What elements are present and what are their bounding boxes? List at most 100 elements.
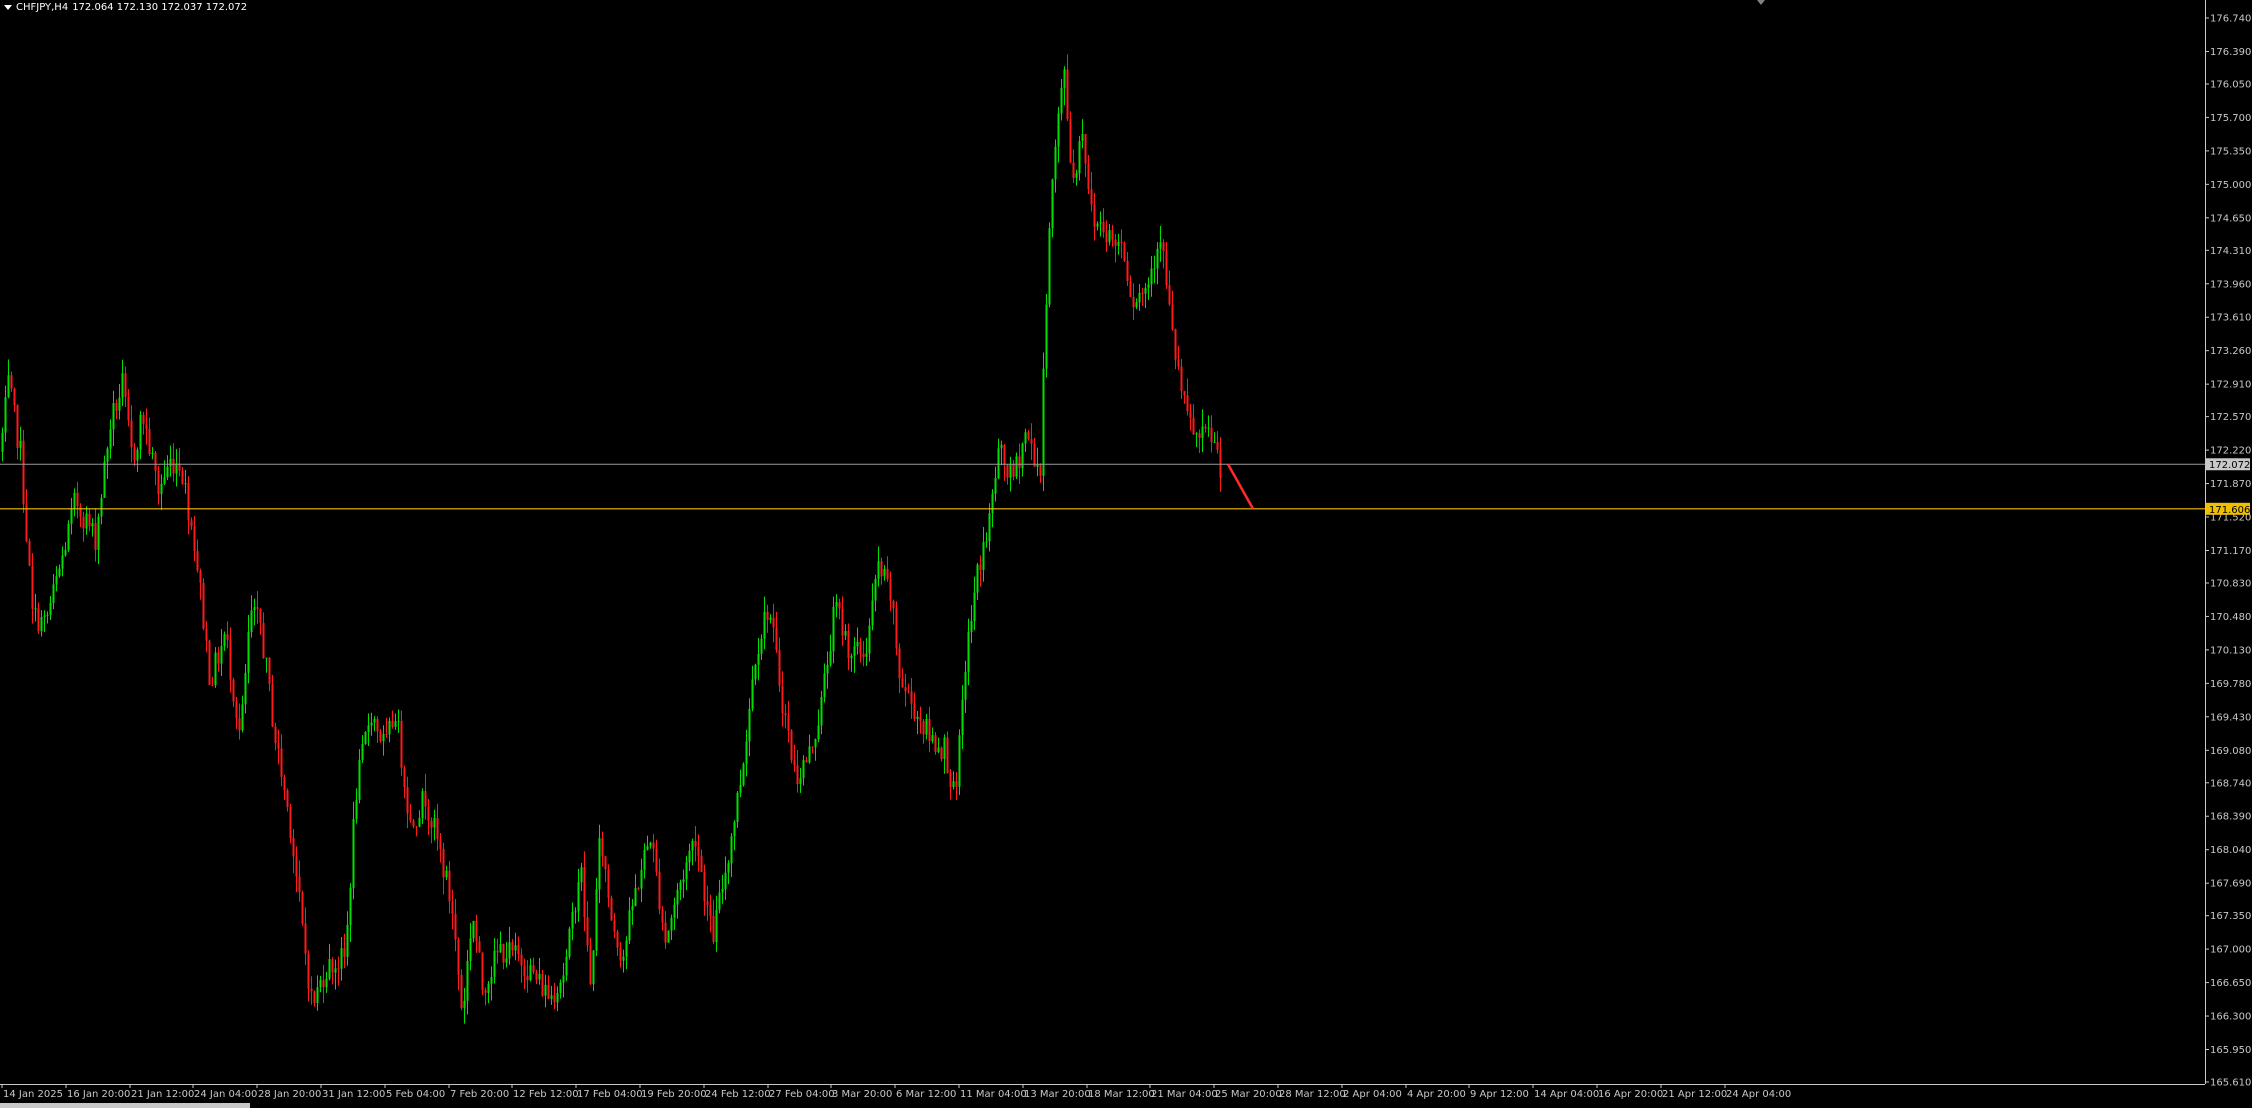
- candle-body: [649, 842, 652, 847]
- candle-body: [1033, 443, 1036, 467]
- price-tick-label: 167.000: [2210, 945, 2251, 956]
- price-axis[interactable]: 176.740 176.390 176.050 175.700 175.350 175.0…: [2205, 0, 2251, 1089]
- candle-body: [193, 526, 196, 551]
- price-chart[interactable]: 176.740 176.390 176.050 175.700 175.350 175.0…: [0, 0, 2252, 1108]
- candle-body: [469, 938, 472, 961]
- candle-body: [220, 646, 223, 664]
- candle-body: [1210, 427, 1213, 443]
- candle-body: [820, 697, 823, 726]
- candle-body: [859, 641, 862, 654]
- candle-body: [316, 987, 319, 1004]
- candle-body: [697, 846, 700, 856]
- candle-body: [253, 607, 256, 611]
- candle-body: [28, 541, 31, 566]
- candle-body: [1183, 391, 1186, 396]
- candle-body: [1129, 281, 1132, 298]
- candle-body: [466, 960, 469, 1001]
- candle-body: [568, 928, 571, 957]
- candle-body: [1102, 221, 1105, 233]
- time-tick-label: 4 Apr 20:00: [1407, 1089, 1466, 1100]
- price-tick-label: 176.390: [2210, 47, 2251, 58]
- candle-body: [16, 405, 19, 448]
- candle-body: [139, 414, 142, 450]
- candle-body: [322, 979, 325, 988]
- candle-body: [1177, 359, 1180, 367]
- candle-body: [451, 901, 454, 915]
- chart-window[interactable]: 176.740 176.390 176.050 175.700 175.350 175.0…: [0, 0, 2252, 1108]
- candle-body: [1198, 433, 1201, 438]
- candle-body: [856, 641, 859, 647]
- candle-body: [733, 821, 736, 837]
- candle-body: [208, 640, 211, 686]
- candle-body: [319, 979, 322, 988]
- candle-body: [70, 508, 73, 524]
- candle-body: [805, 760, 808, 763]
- price-tick-label: 175.700: [2210, 113, 2251, 124]
- candle-body: [448, 870, 451, 902]
- candle-body: [931, 735, 934, 742]
- time-tick-label: 19 Feb 20:00: [641, 1089, 707, 1100]
- candle-body: [1219, 449, 1222, 478]
- chart-tab[interactable]: [0, 1103, 250, 1108]
- candle-body: [118, 397, 121, 411]
- candle-body: [1045, 304, 1048, 369]
- candle-body: [793, 760, 796, 766]
- candle-body: [535, 972, 538, 980]
- candle-body: [625, 940, 628, 957]
- candle-body: [142, 414, 145, 425]
- price-tick-label: 175.000: [2210, 180, 2251, 191]
- chevron-down-icon[interactable]: [4, 5, 12, 10]
- candle-body: [484, 990, 487, 993]
- candle-body: [772, 617, 775, 628]
- candle-body: [838, 602, 841, 609]
- candle-body: [31, 565, 34, 609]
- candle-body: [364, 732, 367, 744]
- candle-body: [517, 945, 520, 955]
- shift-marker-icon: [1757, 0, 1765, 5]
- time-tick-label: 17 Feb 04:00: [577, 1089, 643, 1100]
- candle-body: [40, 616, 43, 632]
- candle-body: [1051, 179, 1054, 229]
- candle-body: [1042, 368, 1045, 476]
- candle-body: [124, 373, 127, 397]
- candle-body: [970, 620, 973, 632]
- candle-body: [997, 448, 1000, 479]
- candle-body: [331, 959, 334, 973]
- time-axis[interactable]: 14 Jan 2025 16 Jan 20:00 21 Jan 12:00 24 Ja…: [0, 1084, 2205, 1100]
- candle-body: [379, 731, 382, 742]
- candle-body: [976, 564, 979, 593]
- candle-body: [181, 470, 184, 484]
- candle-body: [973, 592, 976, 621]
- candle-body: [1057, 113, 1060, 147]
- candle-body: [37, 608, 40, 632]
- candle-body: [757, 653, 760, 665]
- price-tick-label: 176.740: [2210, 14, 2251, 25]
- candle-body: [895, 607, 898, 649]
- candle-body: [916, 716, 919, 719]
- time-tick-label: 16 Apr 20:00: [1598, 1089, 1663, 1100]
- candle-body: [445, 870, 448, 878]
- candle-body: [1165, 251, 1168, 286]
- candle-body: [1123, 243, 1126, 261]
- candle-body: [397, 720, 400, 722]
- time-tick-label: 24 Jan 04:00: [194, 1089, 257, 1100]
- price-tick-label: 173.260: [2210, 346, 2251, 357]
- candle-body: [427, 806, 430, 821]
- price-tick-label: 172.910: [2210, 380, 2251, 391]
- candle-body: [46, 614, 49, 616]
- time-tick-label: 12 Feb 12:00: [513, 1089, 579, 1100]
- candle-body: [4, 397, 7, 433]
- candle-body: [1, 432, 4, 453]
- candle-body: [232, 679, 235, 702]
- candle-body: [607, 869, 610, 898]
- candle-body: [571, 912, 574, 929]
- candle-body: [1090, 189, 1093, 205]
- candle-body: [223, 634, 226, 647]
- candle-body: [850, 655, 853, 659]
- candle-body: [736, 792, 739, 822]
- candle-body: [1081, 133, 1084, 142]
- candle-body: [1117, 241, 1120, 246]
- candle-body: [670, 917, 673, 931]
- candle-body: [628, 910, 631, 941]
- bottom-scroll-area[interactable]: [0, 1103, 2252, 1108]
